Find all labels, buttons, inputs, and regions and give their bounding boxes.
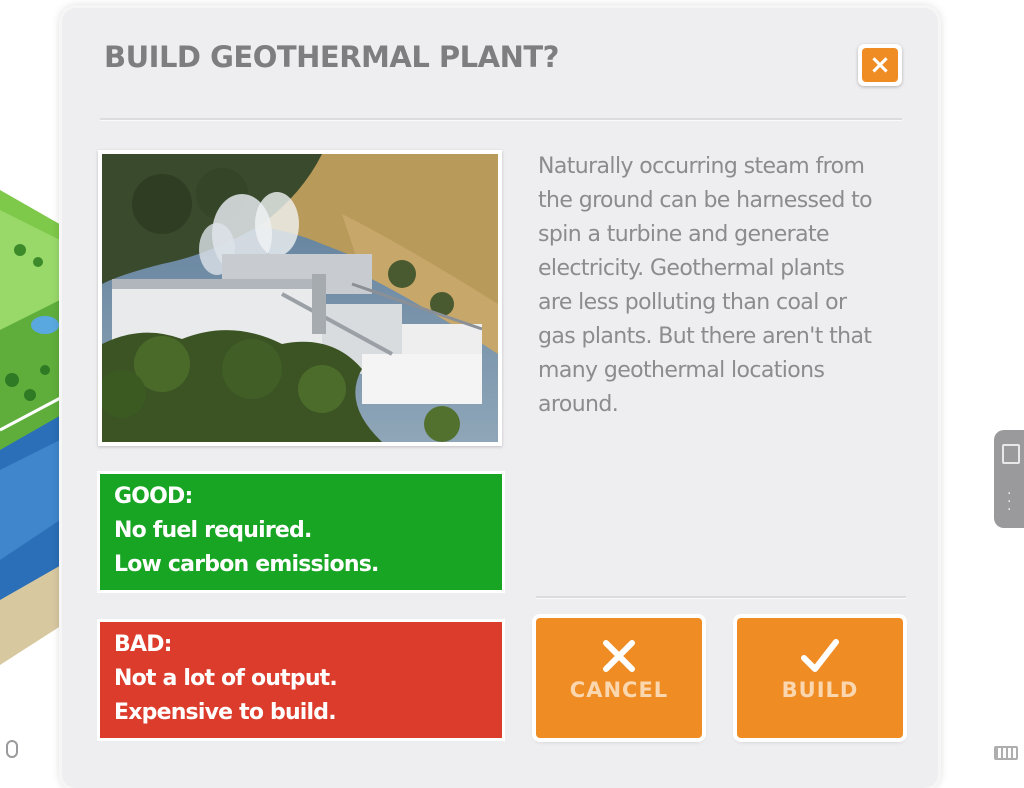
close-icon: × (862, 48, 898, 82)
game-board-background (0, 0, 70, 768)
build-dialog: BUILD GEOTHERMAL PLANT? × Naturally occu… (62, 8, 938, 788)
keyboard-icon[interactable] (994, 746, 1018, 760)
title-divider (100, 118, 902, 121)
cancel-label: CANCEL (569, 678, 669, 702)
cancel-button[interactable]: CANCEL (536, 618, 702, 738)
pros-heading: GOOD: (114, 484, 193, 509)
build-button[interactable]: BUILD (737, 618, 903, 738)
cons-heading: BAD: (114, 632, 172, 657)
pros-box: GOOD: No fuel required. Low carbon emiss… (100, 474, 502, 590)
checkmark-icon (801, 639, 839, 672)
window-icon (1002, 444, 1020, 464)
dialog-title: BUILD GEOTHERMAL PLANT? (104, 40, 559, 74)
build-label: BUILD (781, 678, 859, 702)
cons-item: Expensive to build. (114, 700, 337, 725)
side-panel-tab[interactable]: · · · (994, 430, 1024, 528)
mouse-icon (6, 740, 18, 758)
plant-photo (98, 150, 502, 446)
cons-box: BAD: Not a lot of output. Expensive to b… (100, 622, 502, 738)
cons-item: Not a lot of output. (114, 666, 338, 691)
description-text: Naturally occurring steam from the groun… (538, 154, 873, 417)
pros-item: Low carbon emissions. (114, 552, 379, 577)
close-button[interactable]: × (858, 44, 902, 86)
actions-divider (536, 596, 906, 599)
pros-item: No fuel required. (114, 518, 312, 543)
x-icon (603, 640, 635, 672)
more-vertical-icon: · · · (1007, 486, 1012, 518)
